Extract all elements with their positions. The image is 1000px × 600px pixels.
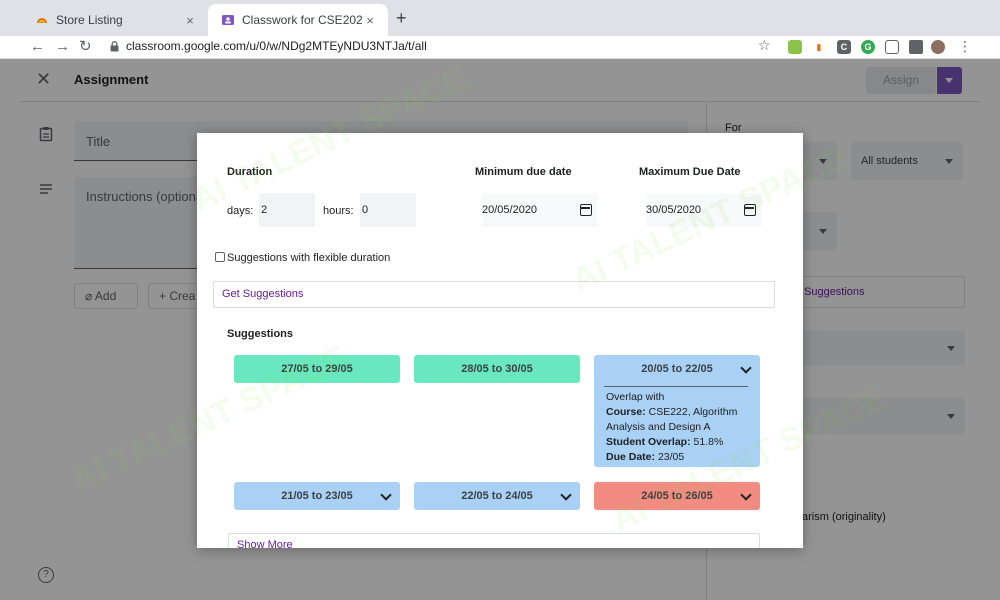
overlap-heading: Overlap with (606, 391, 665, 403)
chevron-down-icon[interactable] (594, 355, 760, 383)
classroom-icon (222, 15, 234, 25)
calendar-icon[interactable] (744, 204, 756, 216)
suggestion-dialog: Duration days: 2 hours: 0 Minimum due da… (197, 133, 803, 548)
bookmark-star-icon[interactable]: ☆ (758, 37, 771, 54)
suggestion-chip[interactable]: 24/05 to 26/05 (594, 482, 760, 510)
browser-menu-icon[interactable]: ⋮ (958, 38, 972, 55)
min-due-date-label: Minimum due date (475, 166, 572, 178)
days-label: days: (227, 205, 254, 217)
days-input[interactable]: 2 (259, 193, 315, 227)
lock-icon (110, 41, 119, 52)
hours-label: hours: (323, 205, 354, 217)
suggestion-chip-label: 24/05 to 26/05 (641, 490, 713, 502)
divider (604, 386, 748, 387)
tab-classwork[interactable]: Classwork for CSE202 - Funda × (208, 4, 388, 36)
extension-c-icon[interactable]: C (837, 40, 851, 54)
suggestion-chip-expanded[interactable]: 20/05 to 22/05 Overlap with Course: CSE2… (594, 355, 760, 467)
extension-grammar-icon[interactable]: G (861, 40, 875, 54)
hours-input[interactable]: 0 (360, 193, 416, 227)
suggestions-heading: Suggestions (227, 328, 294, 340)
suggestion-chip[interactable]: 22/05 to 24/05 (414, 482, 580, 510)
browser-tabstrip: Store Listing × Classwork for CSE202 - F… (0, 0, 1000, 36)
back-arrow-icon[interactable]: ← (30, 37, 45, 57)
browser-toolbar: ← → ↻ classroom.google.com/u/0/w/NDg2MTE… (0, 36, 1000, 59)
max-due-date-input[interactable]: 30/05/2020 (646, 193, 762, 227)
suggestion-chip-label: 21/05 to 23/05 (281, 490, 353, 502)
overlap-due-date: Due Date: 23/05 (606, 451, 685, 463)
tab-title: Classwork for CSE202 - Funda (242, 13, 362, 27)
play-console-icon (37, 18, 47, 23)
extension-download-icon[interactable] (788, 40, 802, 54)
suggestion-chip-label: 22/05 to 24/05 (461, 490, 533, 502)
address-bar[interactable]: classroom.google.com/u/0/w/NDg2MTEyNDU3N… (126, 39, 427, 53)
overlap-students: Student Overlap: 51.8% (606, 436, 724, 448)
tab-title: Store Listing (56, 13, 123, 27)
tab-store-listing[interactable]: Store Listing × (22, 4, 208, 36)
extension-page-icon[interactable] (885, 40, 899, 54)
extensions-puzzle-icon[interactable] (909, 40, 923, 54)
suggestion-chip[interactable]: 21/05 to 23/05 (234, 482, 400, 510)
show-more-button[interactable]: Show More (228, 533, 760, 548)
calendar-icon[interactable] (580, 204, 592, 216)
chevron-down-icon[interactable] (560, 489, 572, 501)
chevron-down-icon[interactable] (380, 489, 392, 501)
forward-arrow-icon[interactable]: → (55, 37, 70, 57)
extension-chart-icon[interactable]: ▮ (812, 40, 826, 54)
max-due-date-value: 30/05/2020 (646, 204, 702, 216)
profile-avatar[interactable] (931, 40, 945, 54)
min-due-date-input[interactable]: 20/05/2020 (482, 193, 598, 227)
suggestion-chip[interactable]: 28/05 to 30/05 (414, 355, 580, 383)
chevron-down-icon[interactable] (740, 489, 752, 501)
overlap-course: Course: CSE222, Algorithm Analysis and D… (606, 406, 738, 433)
tab-close-icon[interactable]: × (182, 13, 198, 28)
max-due-date-label: Maximum Due Date (639, 166, 741, 178)
get-suggestions-button[interactable]: Get Suggestions (213, 281, 775, 308)
suggestion-chip[interactable]: 27/05 to 29/05 (234, 355, 400, 383)
tab-close-icon[interactable]: × (362, 13, 378, 28)
overlap-details: Overlap with Course: CSE222, Algorithm A… (606, 390, 756, 465)
reload-icon[interactable]: ↻ (79, 37, 92, 57)
duration-label: Duration (227, 166, 273, 178)
new-tab-button[interactable]: + (396, 8, 407, 28)
min-due-date-value: 20/05/2020 (482, 204, 538, 216)
flexible-duration-label: Suggestions with flexible duration (227, 252, 391, 264)
flexible-duration-checkbox[interactable] (215, 252, 225, 262)
